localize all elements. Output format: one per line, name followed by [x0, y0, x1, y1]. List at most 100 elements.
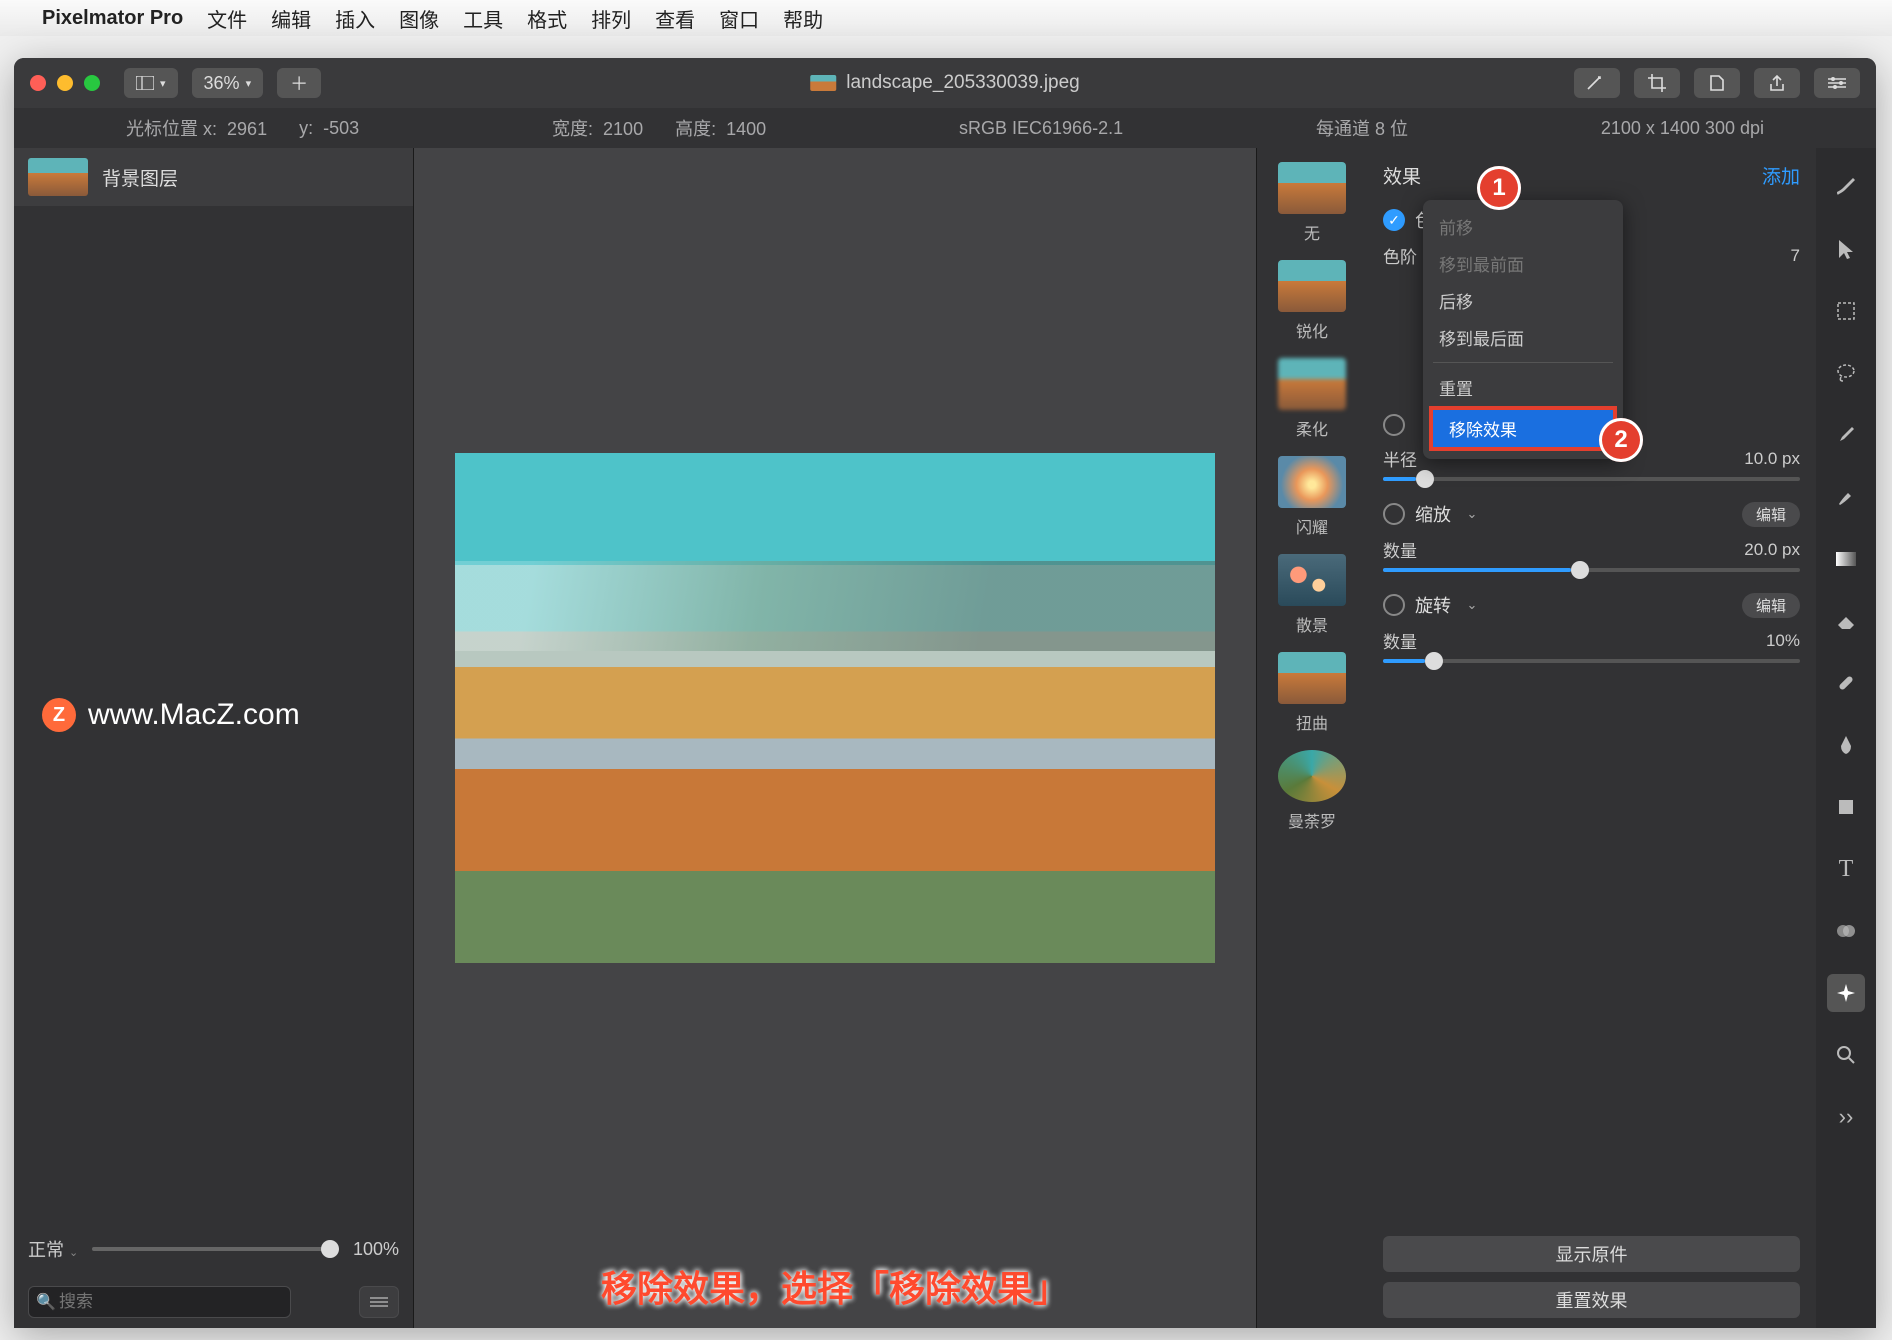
- app-menu[interactable]: Pixelmator Pro: [42, 7, 183, 30]
- effect-name: 旋转: [1415, 592, 1451, 618]
- layer-filter-button[interactable]: [359, 1286, 399, 1318]
- param-slider[interactable]: [1383, 477, 1800, 481]
- preset-label: 无: [1304, 220, 1320, 244]
- tool-color[interactable]: [1827, 912, 1865, 950]
- preset-flare[interactable]: 闪耀: [1278, 456, 1346, 538]
- tool-style[interactable]: [1827, 168, 1865, 206]
- param-label: 数量: [1383, 537, 1417, 562]
- window-minimize-button[interactable]: [57, 75, 73, 91]
- menu-move-front[interactable]: 移到最前面: [1423, 245, 1623, 282]
- tool-pen[interactable]: [1827, 726, 1865, 764]
- effect-enable-toggle[interactable]: [1383, 503, 1405, 525]
- menu-help[interactable]: 帮助: [783, 4, 823, 33]
- add-effect-button[interactable]: 添加: [1762, 162, 1800, 189]
- effects-presets-column: 无 锐化 柔化 闪耀 散景 扭曲 曼荼罗: [1257, 148, 1367, 1328]
- menu-format[interactable]: 格式: [527, 4, 567, 33]
- tool-lasso[interactable]: [1827, 354, 1865, 392]
- color-adjust-button[interactable]: [1694, 68, 1740, 98]
- tool-zoom[interactable]: [1827, 1036, 1865, 1074]
- app-window: ▾ 36% ▾ ＋ landscape_205330039.jpeg 光标位置 …: [14, 58, 1876, 1328]
- param-value: 10%: [1766, 631, 1800, 651]
- settings-button[interactable]: [1814, 68, 1860, 98]
- tool-effects[interactable]: [1827, 974, 1865, 1012]
- menu-insert[interactable]: 插入: [335, 4, 375, 33]
- tool-gradient[interactable]: [1827, 540, 1865, 578]
- blend-mode-dropdown[interactable]: 正常 ⌄: [28, 1236, 78, 1262]
- chevron-down-icon[interactable]: ⌄: [1461, 503, 1483, 525]
- eraser-icon: [1836, 613, 1856, 629]
- param-value: 20.0 px: [1744, 540, 1800, 560]
- tool-repair[interactable]: [1827, 664, 1865, 702]
- right-toolbar: T ››: [1816, 148, 1876, 1328]
- menu-view[interactable]: 查看: [655, 4, 695, 33]
- preset-label: 扭曲: [1296, 710, 1328, 734]
- tool-arrow[interactable]: [1827, 230, 1865, 268]
- edit-effect-button[interactable]: 编辑: [1742, 502, 1800, 527]
- canvas[interactable]: 移除效果，选择「移除效果」: [414, 148, 1256, 1328]
- preset-distort[interactable]: 扭曲: [1278, 652, 1346, 734]
- window-close-button[interactable]: [30, 75, 46, 91]
- preset-kaleido[interactable]: 曼荼罗: [1278, 750, 1346, 832]
- edit-effect-button[interactable]: 编辑: [1742, 593, 1800, 618]
- effect-enable-toggle[interactable]: [1383, 414, 1405, 436]
- preset-soften[interactable]: 柔化: [1278, 358, 1346, 440]
- crop-button[interactable]: [1634, 68, 1680, 98]
- pen-icon: [1837, 734, 1855, 756]
- callout-badge-1: 1: [1477, 166, 1521, 210]
- param-slider[interactable]: [1383, 568, 1800, 572]
- param-value: 10.0 px: [1744, 449, 1800, 469]
- menu-reset[interactable]: 重置: [1423, 369, 1623, 406]
- tool-erase[interactable]: [1827, 602, 1865, 640]
- tool-text[interactable]: T: [1827, 850, 1865, 888]
- share-button[interactable]: [1754, 68, 1800, 98]
- preset-sharpen[interactable]: 锐化: [1278, 260, 1346, 342]
- height-label: 高度: 1400: [675, 115, 766, 141]
- param-value: 7: [1791, 246, 1800, 266]
- preset-none[interactable]: 无: [1278, 162, 1346, 244]
- menu-file[interactable]: 文件: [207, 4, 247, 33]
- show-original-button[interactable]: 显示原件: [1383, 1236, 1800, 1272]
- menu-image[interactable]: 图像: [399, 4, 439, 33]
- tool-marquee[interactable]: [1827, 292, 1865, 330]
- effect-enable-toggle[interactable]: [1383, 594, 1405, 616]
- chevron-right-icon: ››: [1839, 1104, 1854, 1130]
- ml-enhance-button[interactable]: [1574, 68, 1620, 98]
- menu-edit[interactable]: 编辑: [271, 4, 311, 33]
- effects-panel: 无 锐化 柔化 闪耀 散景 扭曲 曼荼罗 效果 添加 ✓ 色调分离 ⌄: [1256, 148, 1876, 1328]
- tool-more[interactable]: ››: [1827, 1098, 1865, 1136]
- menu-move-back[interactable]: 移到最后面: [1423, 319, 1623, 356]
- add-button[interactable]: ＋: [277, 68, 321, 98]
- menu-remove-effect[interactable]: 移除效果: [1433, 410, 1613, 447]
- lasso-icon: [1835, 363, 1857, 383]
- param-label: 色阶: [1383, 243, 1417, 268]
- text-icon: T: [1839, 856, 1854, 883]
- zoom-dropdown[interactable]: 36% ▾: [192, 68, 264, 98]
- tool-eyedropper[interactable]: [1827, 416, 1865, 454]
- reset-effects-button[interactable]: 重置效果: [1383, 1282, 1800, 1318]
- menu-move-backward[interactable]: 后移: [1423, 282, 1623, 319]
- menu-tools[interactable]: 工具: [463, 4, 503, 33]
- chevron-down-icon[interactable]: ⌄: [1461, 594, 1483, 616]
- window-zoom-button[interactable]: [84, 75, 100, 91]
- preset-bokeh[interactable]: 散景: [1278, 554, 1346, 636]
- sparkle-icon: [1835, 982, 1857, 1004]
- tool-paint[interactable]: [1827, 478, 1865, 516]
- magnifier-icon: [1836, 1045, 1856, 1065]
- preset-label: 锐化: [1296, 318, 1328, 342]
- wand-icon: [1586, 75, 1608, 91]
- menu-arrange[interactable]: 排列: [591, 4, 631, 33]
- layer-search-input[interactable]: [28, 1286, 291, 1318]
- color-profile: sRGB IEC61966-2.1: [959, 118, 1123, 139]
- effect-enable-toggle[interactable]: ✓: [1383, 209, 1405, 231]
- opacity-slider[interactable]: [92, 1247, 339, 1251]
- menu-window[interactable]: 窗口: [719, 4, 759, 33]
- effect-name: 缩放: [1415, 501, 1451, 527]
- tool-shape[interactable]: [1827, 788, 1865, 826]
- param-slider[interactable]: [1383, 659, 1800, 663]
- layer-item[interactable]: 背景图层: [14, 148, 413, 206]
- cursor-y-label: y: -503: [299, 118, 359, 139]
- menu-move-forward[interactable]: 前移: [1423, 208, 1623, 245]
- mac-menubar: Pixelmator Pro 文件 编辑 插入 图像 工具 格式 排列 查看 窗…: [0, 0, 1892, 36]
- search-icon: 🔍: [36, 1292, 56, 1312]
- sidebar-toggle-button[interactable]: ▾: [124, 68, 178, 98]
